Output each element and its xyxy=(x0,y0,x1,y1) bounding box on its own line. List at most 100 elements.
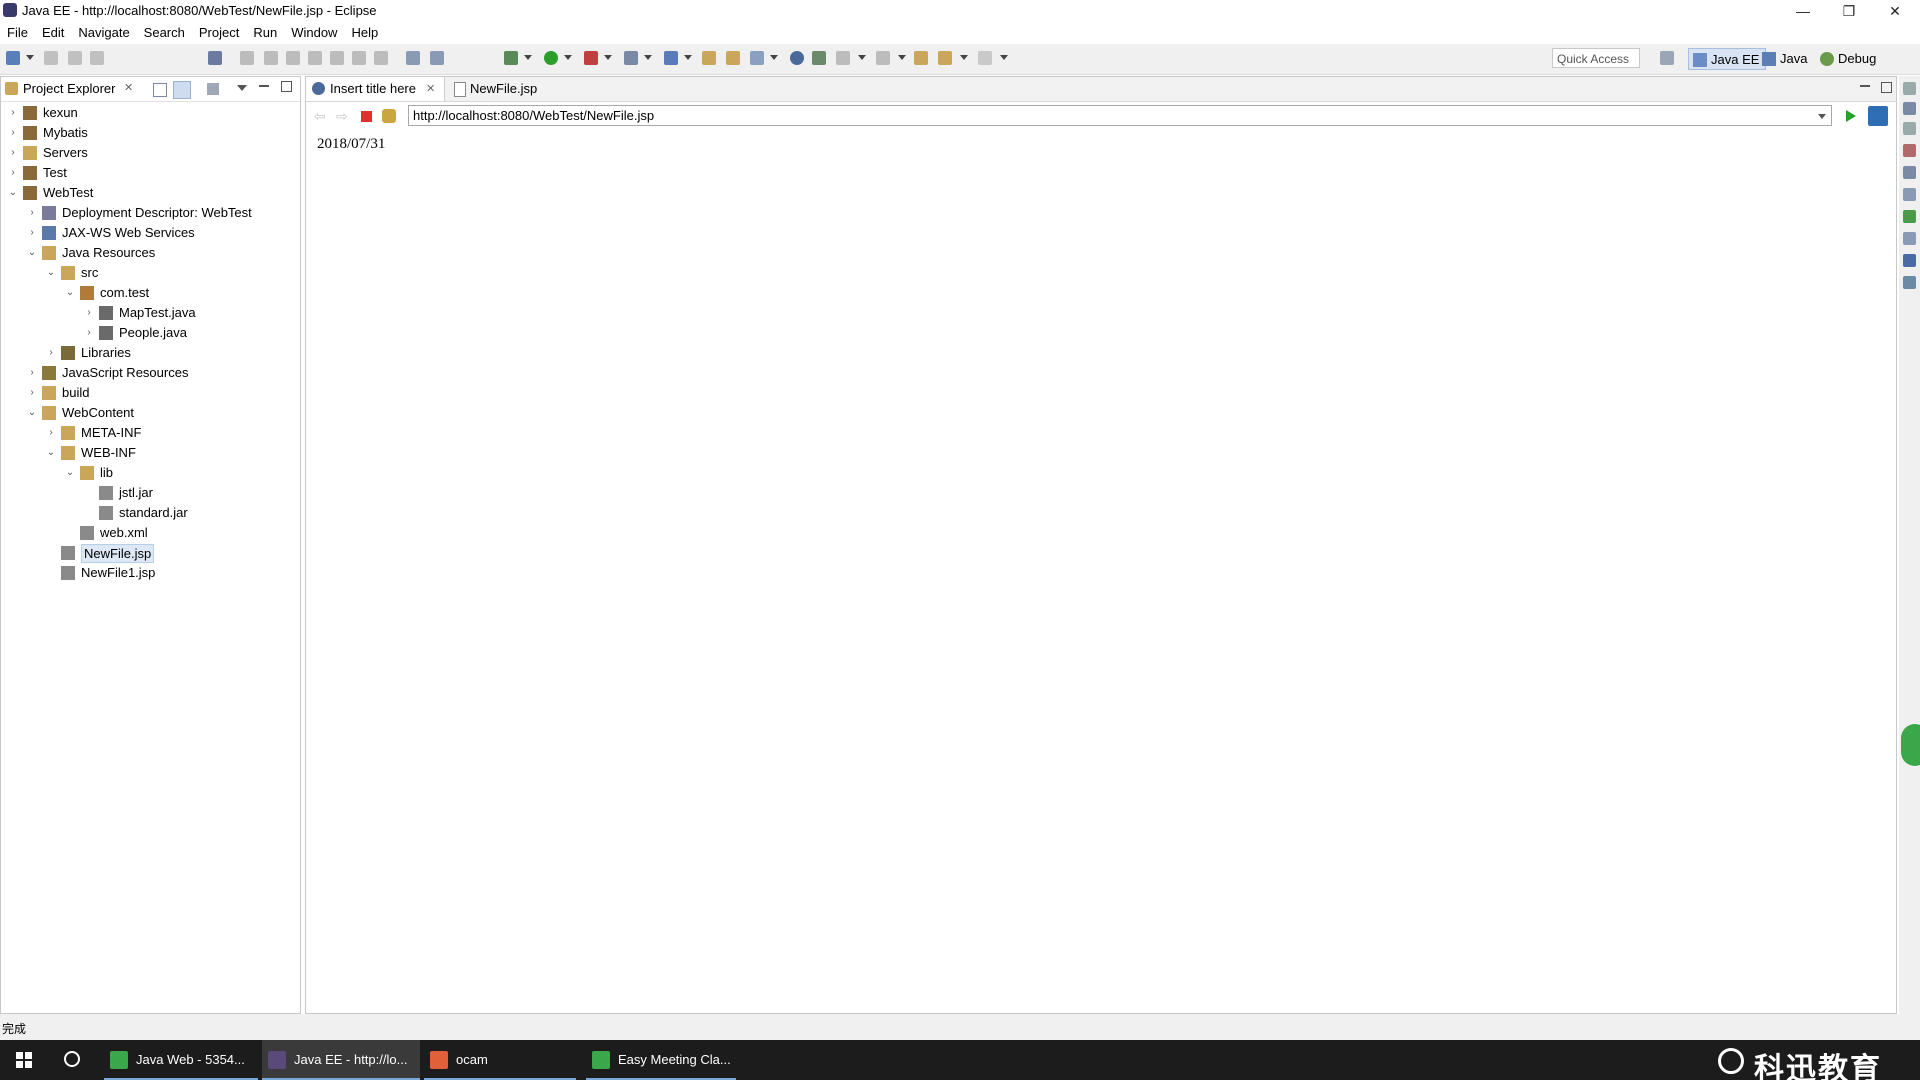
open-type-icon[interactable] xyxy=(702,51,716,65)
step-filters-icon[interactable] xyxy=(430,51,444,65)
close-button[interactable]: ✕ xyxy=(1872,0,1918,22)
tree-item[interactable]: ⌄ WEB-INF xyxy=(1,443,299,463)
skip-breakpoints-icon[interactable] xyxy=(208,51,222,65)
perspective-debug[interactable]: Debug xyxy=(1816,48,1882,70)
server-dropdown-icon[interactable] xyxy=(644,55,652,60)
taskbar-item-java-web[interactable]: Java Web - 5354... xyxy=(104,1040,258,1080)
disconnect-icon[interactable] xyxy=(308,51,322,65)
menu-window[interactable]: Window xyxy=(284,22,344,44)
windows-start-icon[interactable] xyxy=(16,1052,32,1068)
tree-item[interactable]: ⌄ WebContent xyxy=(1,403,299,423)
open-external-browser-icon[interactable] xyxy=(1868,106,1888,126)
menu-edit[interactable]: Edit xyxy=(35,22,71,44)
debug-dropdown-icon[interactable] xyxy=(524,55,532,60)
tree-item[interactable]: › META-INF xyxy=(1,423,299,443)
expanded-chevron-icon[interactable]: ⌄ xyxy=(26,403,38,423)
suspend-icon[interactable] xyxy=(264,51,278,65)
menu-navigate[interactable]: Navigate xyxy=(71,22,136,44)
next-annotation-icon[interactable] xyxy=(836,51,850,65)
tree-item[interactable]: › MapTest.java xyxy=(1,303,299,323)
tab-newfile-jsp[interactable]: NewFile.jsp xyxy=(448,77,556,101)
tree-item[interactable]: › JAX-WS Web Services xyxy=(1,223,299,243)
collapse-all-icon[interactable] xyxy=(153,83,167,97)
collapsed-chevron-icon[interactable]: › xyxy=(83,303,95,323)
taskbar-item-eclipse[interactable]: Java EE - http://lo... xyxy=(262,1040,420,1080)
tree-item[interactable]: › People.java xyxy=(1,323,299,343)
forward-icon[interactable] xyxy=(978,51,992,65)
restore-stack-icon[interactable] xyxy=(1903,122,1916,135)
run-icon[interactable] xyxy=(544,51,558,65)
back-dropdown-icon[interactable] xyxy=(960,55,968,60)
junit-icon[interactable] xyxy=(1903,276,1916,289)
collapsed-chevron-icon[interactable]: › xyxy=(7,163,19,183)
menu-search[interactable]: Search xyxy=(137,22,192,44)
menu-project[interactable]: Project xyxy=(192,22,246,44)
console-icon[interactable] xyxy=(1903,254,1916,267)
forward-dropdown-icon[interactable] xyxy=(1000,55,1008,60)
step-into-icon[interactable] xyxy=(330,51,344,65)
minimize-button[interactable]: — xyxy=(1780,0,1826,22)
perspective-java[interactable]: Java xyxy=(1758,48,1813,70)
tree-item[interactable]: › Servers xyxy=(1,143,299,163)
tree-item[interactable]: ⌄ Java Resources xyxy=(1,243,299,263)
link-editor-icon[interactable] xyxy=(173,81,191,99)
minimize-editor-icon[interactable] xyxy=(1860,85,1870,87)
back-icon[interactable] xyxy=(938,51,952,65)
last-edit-icon[interactable] xyxy=(914,51,928,65)
refresh-icon[interactable] xyxy=(382,109,396,123)
new-server-icon[interactable] xyxy=(664,51,678,65)
url-input[interactable]: http://localhost:8080/WebTest/NewFile.js… xyxy=(408,105,1832,126)
tree-item[interactable]: › kexun xyxy=(1,103,299,123)
collapsed-chevron-icon[interactable]: › xyxy=(45,343,57,363)
tree-item[interactable]: web.xml xyxy=(1,523,299,543)
taskbar-item-easy-meeting[interactable]: Easy Meeting Cla... xyxy=(586,1040,736,1080)
close-tab-icon[interactable]: ✕ xyxy=(426,77,435,101)
url-dropdown-icon[interactable] xyxy=(1818,114,1826,119)
collapsed-chevron-icon[interactable]: › xyxy=(26,363,38,383)
web-services-icon[interactable] xyxy=(812,51,826,65)
menu-file[interactable]: File xyxy=(0,22,35,44)
quick-access-input[interactable]: Quick Access xyxy=(1552,48,1640,68)
tree-item[interactable]: standard.jar xyxy=(1,503,299,523)
expanded-chevron-icon[interactable]: ⌄ xyxy=(64,283,76,303)
browser-icon[interactable] xyxy=(790,51,804,65)
expanded-chevron-icon[interactable]: ⌄ xyxy=(45,443,57,463)
minimize-view-icon[interactable] xyxy=(259,85,269,87)
search-icon[interactable] xyxy=(750,51,764,65)
taskbar-item-ocam[interactable]: ocam xyxy=(424,1040,576,1080)
debug-icon[interactable] xyxy=(504,51,518,65)
tree-item[interactable]: › Deployment Descriptor: WebTest xyxy=(1,203,299,223)
snippets-icon[interactable] xyxy=(1903,232,1916,245)
expanded-chevron-icon[interactable]: ⌄ xyxy=(45,263,57,283)
new-icon[interactable] xyxy=(6,51,20,65)
view-menu-icon[interactable] xyxy=(237,85,247,91)
servers-icon[interactable] xyxy=(1903,188,1916,201)
server-icon[interactable] xyxy=(624,51,638,65)
tree-item[interactable]: › build xyxy=(1,383,299,403)
restore-button[interactable]: ❐ xyxy=(1826,0,1872,22)
collapsed-chevron-icon[interactable]: › xyxy=(7,123,19,143)
collapsed-chevron-icon[interactable]: › xyxy=(26,383,38,403)
tree-item[interactable]: › Mybatis xyxy=(1,123,299,143)
maximize-view-icon[interactable] xyxy=(281,81,292,92)
save-icon[interactable] xyxy=(44,51,58,65)
prev-annotation-dropdown-icon[interactable] xyxy=(898,55,906,60)
markers-icon[interactable] xyxy=(1903,144,1916,157)
go-icon[interactable] xyxy=(1846,110,1856,122)
close-view-icon[interactable]: ✕ xyxy=(124,81,133,94)
collapsed-chevron-icon[interactable]: › xyxy=(7,143,19,163)
tree-item[interactable]: › Test xyxy=(1,163,299,183)
prev-annotation-icon[interactable] xyxy=(876,51,890,65)
coverage-dropdown-icon[interactable] xyxy=(604,55,612,60)
tree-item[interactable]: › JavaScript Resources xyxy=(1,363,299,383)
perspective-java-ee[interactable]: Java EE xyxy=(1688,48,1767,70)
terminate-icon[interactable] xyxy=(286,51,300,65)
menu-help[interactable]: Help xyxy=(344,22,385,44)
data-source-icon[interactable] xyxy=(1903,210,1916,223)
tab-insert-title-here[interactable]: Insert title here ✕ xyxy=(306,77,445,101)
drop-to-frame-icon[interactable] xyxy=(406,51,420,65)
tree-item[interactable]: ⌄ src xyxy=(1,263,299,283)
expanded-chevron-icon[interactable]: ⌄ xyxy=(7,183,19,203)
forward-arrow-icon[interactable]: ⇨ xyxy=(336,109,348,123)
coverage-icon[interactable] xyxy=(584,51,598,65)
